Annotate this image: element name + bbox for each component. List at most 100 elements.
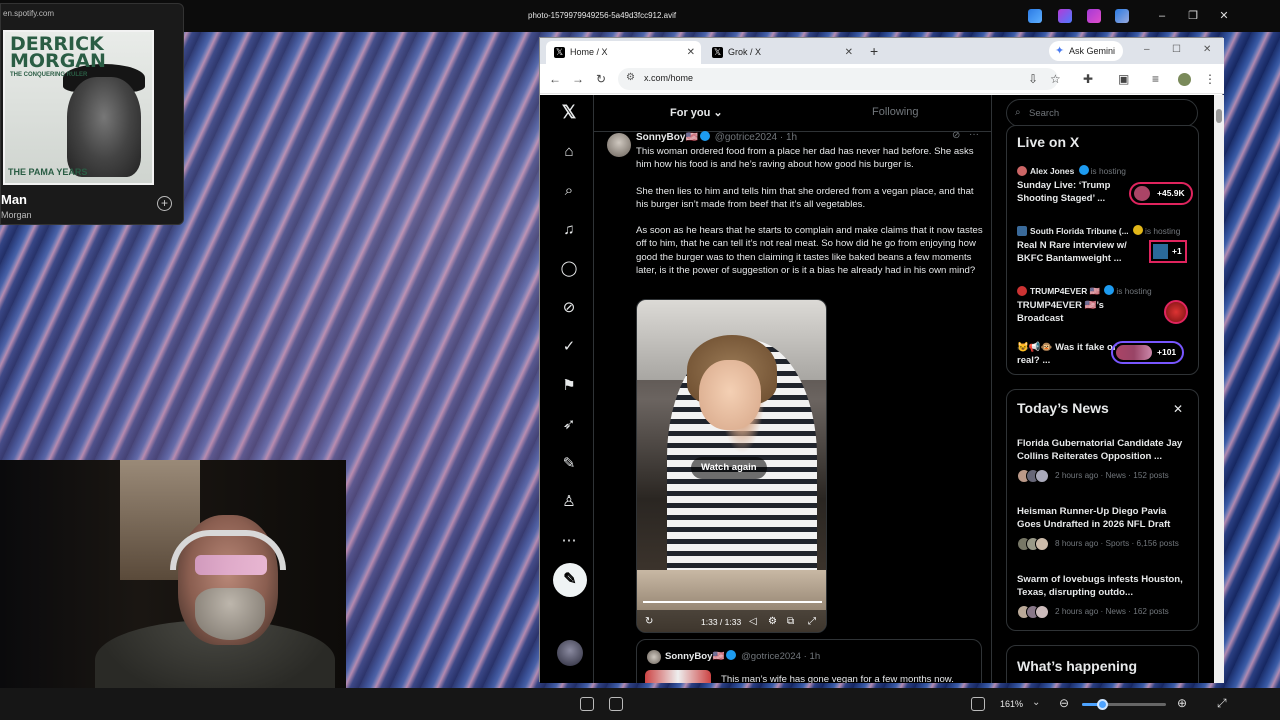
tab-grok-x[interactable]: 𝕏 Grok / X ✕ <box>704 41 859 64</box>
volume-icon[interactable]: ◁ <box>749 616 757 627</box>
zoom-in-icon[interactable]: ⊕ <box>1177 696 1187 710</box>
articles-icon[interactable]: ✎ <box>560 455 578 473</box>
visual-search-icon[interactable] <box>609 697 623 711</box>
sidepanel-icon[interactable]: ▣ <box>1118 72 1129 86</box>
post-time[interactable]: · 1h <box>780 132 797 143</box>
zoom-slider[interactable] <box>1082 699 1166 710</box>
zoom-slider-thumb[interactable] <box>1097 699 1108 710</box>
news-avatars <box>1017 469 1051 483</box>
media-icon[interactable]: ≡ <box>1152 72 1159 86</box>
live-host[interactable]: South Florida Tribune (... is hosting <box>1017 225 1180 236</box>
profile-icon[interactable]: ♙ <box>560 493 578 511</box>
app-icon[interactable] <box>1087 9 1101 23</box>
close-tab-icon[interactable]: ✕ <box>845 41 853 64</box>
grok-explain-icon[interactable]: ⊘ <box>952 130 960 141</box>
zoom-dropdown-icon[interactable]: ⌄ <box>1032 697 1040 708</box>
explore-search-icon[interactable]: ⌕ <box>560 182 578 200</box>
post-paragraph: As soon as he hears that he starts to co… <box>636 225 983 277</box>
live-listeners-pill[interactable]: +45.9K <box>1129 182 1193 205</box>
new-tab-icon[interactable]: + <box>870 43 878 59</box>
settings-icon[interactable]: ⚙ <box>768 616 777 627</box>
browser-close-icon[interactable]: ✕ <box>1203 44 1211 55</box>
live-host[interactable]: Alex Jones is hosting <box>1017 165 1126 176</box>
x-logo-icon[interactable]: 𝕏 <box>560 103 578 121</box>
grok-icon[interactable]: ⊘ <box>560 299 578 317</box>
post-video[interactable]: Watch again ↻ 1:33 / 1:33 ◁ ⚙ ⧉ ⤢ <box>636 299 827 633</box>
ask-gemini-label: Ask Gemini <box>1069 46 1116 56</box>
watch-again-button[interactable]: Watch again <box>691 457 767 479</box>
close-news-icon[interactable]: ✕ <box>1173 402 1183 416</box>
track-title[interactable]: Man <box>1 192 27 207</box>
maximize-icon[interactable]: ❐ <box>1186 9 1200 23</box>
zoom-level[interactable]: 161% <box>1000 699 1023 709</box>
jobs-rocket-icon[interactable]: ➶ <box>560 416 578 434</box>
cloud-icon[interactable] <box>1115 9 1129 23</box>
news-headline[interactable]: Florida Gubernatorial Candidate Jay Coll… <box>1017 437 1189 463</box>
forward-icon[interactable]: → <box>572 72 584 86</box>
back-icon[interactable]: ← <box>549 72 561 86</box>
copilot-icon[interactable] <box>1058 9 1072 23</box>
bookmarks-icon[interactable]: ⚑ <box>560 377 578 395</box>
home-icon[interactable]: ⌂ <box>560 143 578 161</box>
live-title[interactable]: Sunday Live: ‘Trump Shooting Staged’ ... <box>1017 179 1127 205</box>
add-to-library-icon[interactable]: + <box>157 196 172 211</box>
search-input[interactable]: ⌕ Search <box>1006 99 1198 127</box>
news-headline[interactable]: Swarm of lovebugs infests Houston, Texas… <box>1017 573 1189 599</box>
video-progress-bar[interactable] <box>643 601 822 603</box>
quote-author-avatar <box>647 650 661 664</box>
search-placeholder: Search <box>1029 108 1060 119</box>
extensions-icon[interactable]: ✚ <box>1083 72 1093 86</box>
messages-icon[interactable]: ◯ <box>560 260 578 278</box>
post-more-icon[interactable]: ··· <box>969 129 979 140</box>
tab-home-x[interactable]: 𝕏 Home / X ✕ <box>546 41 701 64</box>
video-time: 1:33 / 1:33 <box>701 617 742 627</box>
close-icon[interactable]: ✕ <box>1217 9 1231 23</box>
site-info-icon[interactable]: ⚙ <box>626 72 635 83</box>
fullscreen-icon[interactable]: ⤢ <box>808 616 816 627</box>
post-author-name[interactable]: SonnyBoy🇺🇸 <box>636 132 698 143</box>
tab-following[interactable]: Following <box>872 106 918 118</box>
track-artist[interactable]: Morgan <box>1 210 32 220</box>
post-author-handle[interactable]: @gotrice2024 <box>715 132 777 143</box>
live-host[interactable]: TRUMP4EVER 🇺🇸 is hosting <box>1017 285 1152 297</box>
host-live-avatar[interactable] <box>1164 300 1188 324</box>
post-author-avatar[interactable] <box>607 133 631 157</box>
quoted-post[interactable]: SonnyBoy🇺🇸 @gotrice2024 · 1h This man’s … <box>636 639 982 683</box>
news-headline[interactable]: Heisman Runner-Up Diego Pavia Goes Undra… <box>1017 505 1189 531</box>
scrollbar-thumb[interactable] <box>1216 109 1222 123</box>
menu-dots-icon[interactable]: ⋮ <box>1204 72 1216 86</box>
page-scrollbar[interactable] <box>1214 95 1224 683</box>
verified-icon[interactable]: ✓ <box>560 338 578 356</box>
compose-post-button[interactable]: ✎ <box>553 563 587 597</box>
live-title[interactable]: 😺📢🐵 Was it fake or real? ... <box>1017 341 1117 367</box>
close-tab-icon[interactable]: ✕ <box>687 41 695 64</box>
bookmark-star-icon[interactable]: ☆ <box>1050 72 1061 86</box>
zoom-out-icon[interactable]: ⊖ <box>1059 696 1069 710</box>
album-art[interactable]: DERRICK MORGAN THE CONQUERING RULER THE … <box>3 30 154 185</box>
fullscreen-icon[interactable]: ⤢ <box>1217 696 1227 711</box>
pip-icon[interactable]: ⧉ <box>787 616 794 627</box>
edit-icon[interactable] <box>1028 9 1042 23</box>
live-listeners-pill[interactable]: +1 <box>1149 240 1187 263</box>
reload-icon[interactable]: ↻ <box>596 72 606 86</box>
left-nav: 𝕏 ⌂ ⌕ ♫ ◯ ⊘ ✓ ⚑ ➶ ✎ ♙ ⋯ ✎ <box>540 95 594 683</box>
minimize-icon[interactable]: – <box>1155 9 1169 23</box>
listener-avatars <box>1116 345 1152 360</box>
browser-minimize-icon[interactable]: – <box>1144 44 1150 55</box>
ask-gemini-button[interactable]: ✦ Ask Gemini <box>1049 41 1124 61</box>
tab-for-you[interactable]: For you ⌄ <box>670 106 723 119</box>
crop-icon[interactable] <box>580 697 594 711</box>
replay-icon[interactable]: ↻ <box>645 616 653 627</box>
live-title[interactable]: TRUMP4EVER 🇺🇸’s Broadcast <box>1017 299 1127 325</box>
url-text[interactable]: x.com/home <box>644 73 693 83</box>
live-title[interactable]: Real N Rare interview w/ BKFC Bantamweig… <box>1017 239 1127 265</box>
browser-maximize-icon[interactable]: ☐ <box>1172 44 1181 55</box>
fit-window-icon[interactable] <box>971 697 985 711</box>
more-icon[interactable]: ⋯ <box>560 532 578 550</box>
live-listeners-pill[interactable]: +101 <box>1111 341 1185 364</box>
profile-avatar[interactable] <box>1178 73 1191 86</box>
install-icon[interactable]: ⇩ <box>1028 72 1038 86</box>
account-avatar[interactable] <box>557 640 583 666</box>
address-bar[interactable]: ⚙ x.com/home <box>618 68 1058 90</box>
notifications-bell-icon[interactable]: ♫ <box>560 221 578 239</box>
